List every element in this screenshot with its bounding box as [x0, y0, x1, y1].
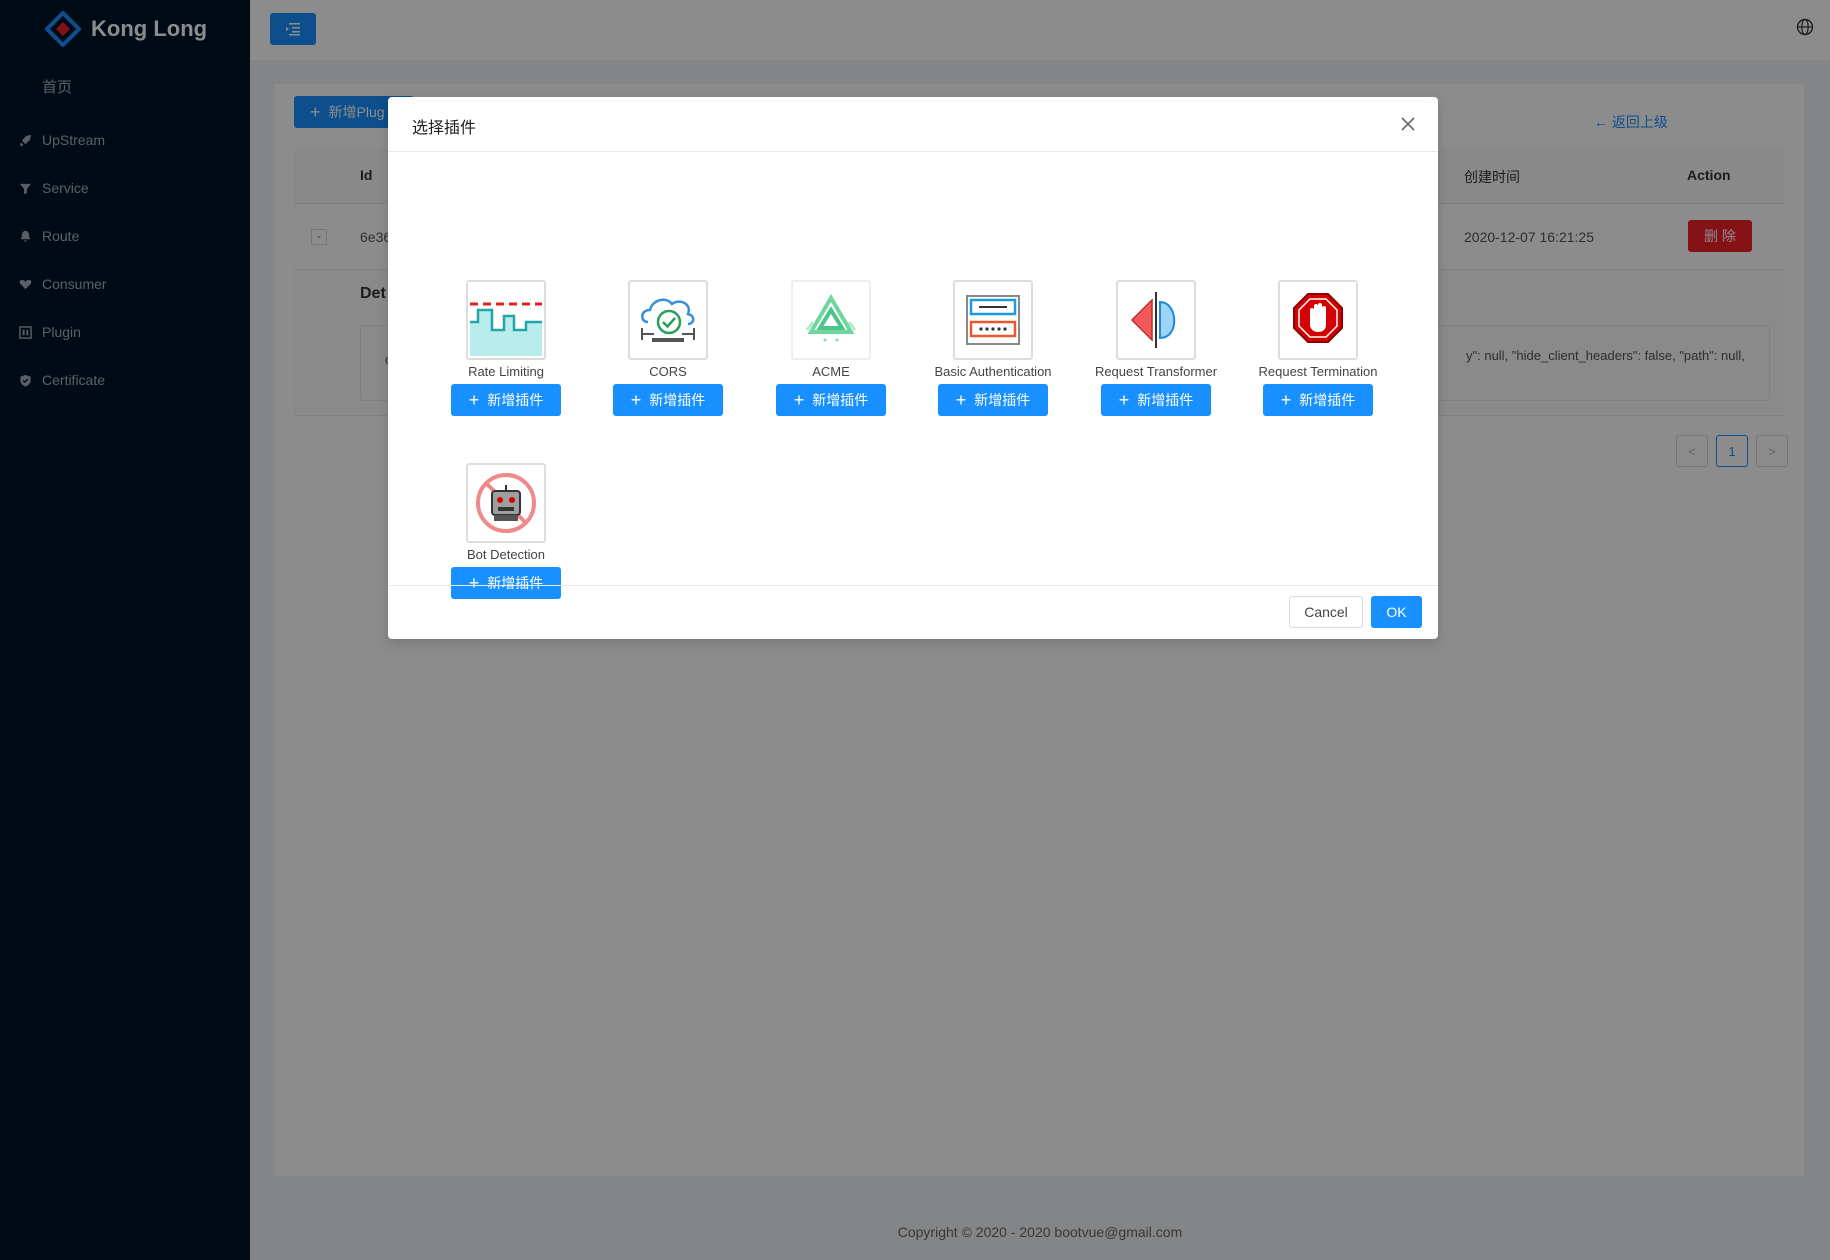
- plugin-card-basic-authentication: Basic Authentication + 新增插件: [923, 280, 1063, 416]
- add-plugin-basic-authentication-button[interactable]: + 新增插件: [938, 384, 1048, 416]
- acme-icon: [791, 280, 871, 360]
- add-plugin-rate-limiting-button[interactable]: + 新增插件: [451, 384, 561, 416]
- rate-limiting-icon: [466, 280, 546, 360]
- plugin-name: Rate Limiting: [468, 364, 544, 379]
- plugin-name: Request Transformer: [1094, 364, 1218, 379]
- basic-auth-icon: [953, 280, 1033, 360]
- add-label: 新增插件: [649, 392, 706, 408]
- plugin-card-bot-detection: Bot Detection + 新增插件: [436, 463, 576, 599]
- plugin-name: CORS: [649, 364, 687, 379]
- request-termination-icon: [1278, 280, 1358, 360]
- cors-icon: [628, 280, 708, 360]
- plugin-name: Basic Authentication: [934, 364, 1052, 379]
- plus-icon: +: [955, 390, 967, 410]
- ok-button[interactable]: OK: [1371, 596, 1422, 628]
- add-label: 新增插件: [812, 392, 869, 408]
- request-transformer-icon: [1116, 280, 1196, 360]
- modal-footer: Cancel OK: [388, 585, 1438, 639]
- plus-icon: +: [630, 390, 642, 410]
- add-plugin-acme-button[interactable]: + 新增插件: [776, 384, 886, 416]
- modal-header: 选择插件: [388, 97, 1438, 152]
- add-label: 新增插件: [487, 392, 544, 408]
- plugin-name: Request Termination: [1258, 364, 1378, 379]
- plugin-card-acme: ACME + 新增插件: [761, 280, 901, 416]
- plugin-card-rate-limiting: Rate Limiting + 新增插件: [436, 280, 576, 416]
- add-label: 新增插件: [1137, 392, 1194, 408]
- select-plugin-modal: 选择插件 Rate Limiting + 新增插件 CORS + 新增插件 AC…: [388, 97, 1438, 639]
- plugin-card-request-termination: Request Termination + 新增插件: [1248, 280, 1388, 416]
- add-label: 新增插件: [974, 392, 1031, 408]
- modal-body: Rate Limiting + 新增插件 CORS + 新增插件 ACME + …: [388, 152, 1438, 599]
- bot-detection-icon: [466, 463, 546, 543]
- modal-title: 选择插件: [412, 120, 477, 137]
- plus-icon: +: [793, 390, 805, 410]
- plus-icon: +: [1280, 390, 1292, 410]
- plugin-name: ACME: [812, 364, 850, 379]
- cancel-button[interactable]: Cancel: [1289, 596, 1363, 628]
- plugin-card-request-transformer: Request Transformer + 新增插件: [1086, 280, 1226, 416]
- add-plugin-request-termination-button[interactable]: + 新增插件: [1263, 384, 1373, 416]
- plugin-card-cors: CORS + 新增插件: [598, 280, 738, 416]
- add-plugin-request-transformer-button[interactable]: + 新增插件: [1101, 384, 1211, 416]
- plus-icon: +: [468, 390, 480, 410]
- add-plugin-cors-button[interactable]: + 新增插件: [613, 384, 723, 416]
- plugin-name: Bot Detection: [466, 547, 546, 562]
- add-label: 新增插件: [1299, 392, 1356, 408]
- close-icon[interactable]: [1396, 112, 1420, 136]
- plus-icon: +: [1118, 390, 1130, 410]
